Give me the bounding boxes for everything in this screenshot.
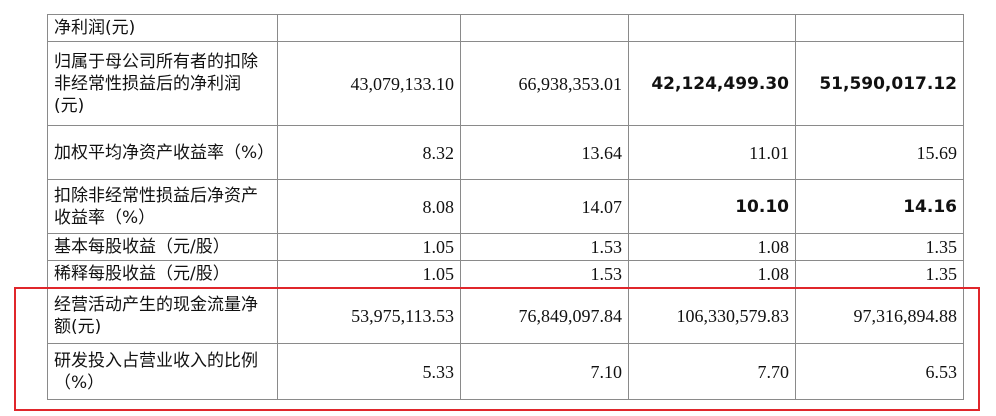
value-cell	[628, 14, 796, 42]
value-cell: 1.08	[628, 260, 796, 288]
row-label: 研发投入占营业收入的比例（%）	[47, 343, 278, 400]
table-row: 扣除非经常性损益后净资产收益率（%） 8.08 14.07 10.10 14.1…	[47, 179, 964, 234]
value-cell: 1.35	[795, 260, 964, 288]
table-row: 归属于母公司所有者的扣除非经常性损益后的净利润(元) 43,079,133.10…	[47, 41, 964, 126]
row-label: 稀释每股收益（元/股）	[47, 260, 278, 288]
value-cell: 7.10	[460, 343, 629, 400]
row-label: 经营活动产生的现金流量净额(元)	[47, 287, 278, 344]
value-cell: 51,590,017.12	[795, 41, 964, 126]
value-cell: 42,124,499.30	[628, 41, 796, 126]
value-cell	[277, 14, 461, 42]
value-cell: 66,938,353.01	[460, 41, 629, 126]
table-row: 研发投入占营业收入的比例（%） 5.33 7.10 7.70 6.53	[47, 343, 964, 400]
table-row: 经营活动产生的现金流量净额(元) 53,975,113.53 76,849,09…	[47, 287, 964, 344]
value-cell: 13.64	[460, 125, 629, 180]
value-cell: 97,316,894.88	[795, 287, 964, 344]
value-cell: 8.08	[277, 179, 461, 234]
table-row: 基本每股收益（元/股） 1.05 1.53 1.08 1.35	[47, 233, 964, 261]
value-cell: 1.05	[277, 260, 461, 288]
value-cell: 5.33	[277, 343, 461, 400]
table-row: 净利润(元)	[47, 14, 964, 42]
value-cell: 53,975,113.53	[277, 287, 461, 344]
value-cell: 1.53	[460, 260, 629, 288]
row-label: 扣除非经常性损益后净资产收益率（%）	[47, 179, 278, 234]
value-cell: 8.32	[277, 125, 461, 180]
table-row: 稀释每股收益（元/股） 1.05 1.53 1.08 1.35	[47, 260, 964, 288]
table-row: 加权平均净资产收益率（%） 8.32 13.64 11.01 15.69	[47, 125, 964, 180]
financial-table: 净利润(元) 归属于母公司所有者的扣除非经常性损益后的净利润(元) 43,079…	[47, 14, 964, 400]
value-cell	[795, 14, 964, 42]
row-label: 净利润(元)	[47, 14, 278, 42]
value-cell: 1.35	[795, 233, 964, 261]
value-cell: 1.08	[628, 233, 796, 261]
value-cell: 14.07	[460, 179, 629, 234]
row-label: 基本每股收益（元/股）	[47, 233, 278, 261]
value-cell: 43,079,133.10	[277, 41, 461, 126]
value-cell: 1.53	[460, 233, 629, 261]
value-cell: 10.10	[628, 179, 796, 234]
value-cell	[460, 14, 629, 42]
value-cell: 106,330,579.83	[628, 287, 796, 344]
value-cell: 76,849,097.84	[460, 287, 629, 344]
value-cell: 1.05	[277, 233, 461, 261]
row-label: 归属于母公司所有者的扣除非经常性损益后的净利润(元)	[47, 41, 278, 126]
value-cell: 11.01	[628, 125, 796, 180]
value-cell: 14.16	[795, 179, 964, 234]
row-label: 加权平均净资产收益率（%）	[47, 125, 278, 180]
value-cell: 15.69	[795, 125, 964, 180]
value-cell: 6.53	[795, 343, 964, 400]
value-cell: 7.70	[628, 343, 796, 400]
